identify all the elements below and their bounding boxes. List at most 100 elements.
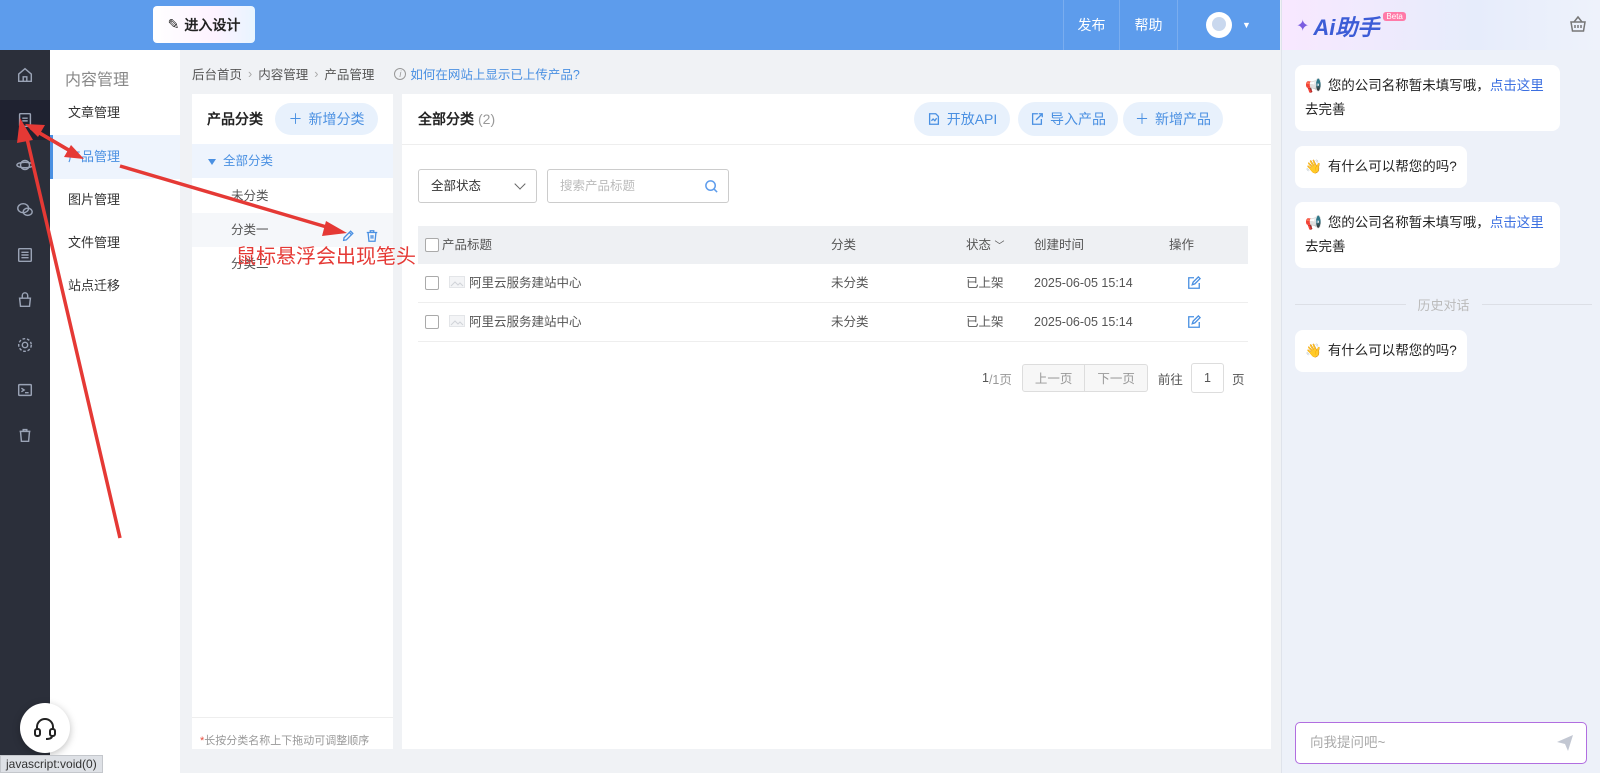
trash-icon[interactable] — [0, 415, 50, 455]
category-item-all[interactable]: 全部分类 — [192, 144, 393, 178]
select-all-checkbox[interactable] — [425, 238, 439, 252]
category-footer-hint: *长按分类名称上下拖动可调整顺序 — [192, 717, 393, 749]
chevron-down-icon: ﹀ — [994, 241, 1005, 252]
open-api-button[interactable]: 开放API — [914, 102, 1010, 136]
pager-total: /1页 — [988, 372, 1012, 387]
next-page-button[interactable]: 下一页 — [1085, 364, 1148, 392]
bag-icon[interactable] — [0, 280, 50, 320]
sparkle-icon: ✦ — [1296, 18, 1310, 35]
history-divider: 历史对话 — [1295, 296, 1593, 313]
message-text: 有什么可以帮您的吗? — [1327, 159, 1457, 174]
prev-page-button[interactable]: 上一页 — [1021, 364, 1086, 392]
breadcrumb-home[interactable]: 后台首页 — [192, 64, 242, 83]
submenu-item-products[interactable]: 产品管理 — [50, 135, 180, 179]
caret-down-icon: ▼ — [1242, 20, 1251, 30]
gear-icon[interactable] — [0, 325, 50, 365]
category-label: 分类一 — [231, 223, 269, 237]
beta-badge: Beta — [1383, 11, 1406, 21]
plus-icon: ＋ — [288, 111, 303, 127]
publish-button[interactable]: 发布 — [1063, 0, 1119, 50]
row-checkbox[interactable] — [425, 276, 439, 290]
ai-assistant-panel: ✦ Ai助手 Beta 📢 您的公司名称暂未填写哦，点击这里 去完善 👋 有什么可以… — [1281, 0, 1600, 773]
main-title-label: 全部分类 — [418, 111, 474, 127]
import-products-button[interactable]: 导入产品 — [1018, 102, 1118, 136]
submenu-item-images[interactable]: 图片管理 — [50, 178, 180, 222]
status-filter-select[interactable]: 全部状态 — [418, 169, 537, 203]
product-created: 2025-06-05 15:14 — [1034, 276, 1133, 290]
planet-icon[interactable] — [0, 145, 50, 185]
main-title: 全部分类 (2) — [418, 109, 495, 129]
open-api-label: 开放API — [946, 111, 998, 127]
product-search-input[interactable]: 搜索产品标题 — [547, 169, 729, 203]
document-icon — [928, 113, 939, 125]
caret-down-icon — [208, 158, 216, 165]
edit-icon: ✎ — [167, 16, 180, 32]
product-status: 已上架 — [966, 276, 1004, 290]
product-created: 2025-06-05 15:14 — [1034, 315, 1133, 329]
help-button[interactable]: 帮助 — [1119, 0, 1177, 50]
category-item-uncategorized[interactable]: 未分类 — [192, 179, 393, 213]
terminal-icon[interactable] — [0, 370, 50, 410]
avatar — [1206, 12, 1233, 38]
complete-info-link[interactable]: 点击这里 — [1490, 215, 1544, 230]
content-submenu: 内容管理 文章管理 产品管理 图片管理 文件管理 站点迁移 — [50, 50, 180, 773]
browser-status-bar: javascript:void(0) — [0, 755, 103, 773]
page-unit-label: 页 — [1231, 372, 1245, 387]
wave-icon: 👋 — [1305, 343, 1322, 358]
product-list-panel: 全部分类 (2) 开放API 导入产品 ＋ 新增产品 全部状态 搜索产品标题 产品… — [402, 94, 1271, 749]
ai-message: 📢 您的公司名称暂未填写哦，点击这里 去完善 — [1295, 202, 1560, 268]
enter-design-button[interactable]: ✎ 进入设计 — [153, 6, 255, 43]
user-menu[interactable]: ▼ — [1177, 0, 1279, 50]
ai-title: Ai助手 — [1313, 15, 1380, 40]
list-icon[interactable] — [0, 235, 50, 275]
product-title[interactable]: 阿里云服务建站中心 — [469, 264, 582, 302]
content-icon[interactable] — [0, 100, 50, 140]
add-product-label: 新增产品 — [1155, 111, 1211, 127]
search-icon — [705, 180, 718, 193]
edit-icon[interactable] — [1187, 314, 1202, 329]
publish-label: 发布 — [1077, 17, 1106, 33]
message-text: 去完善 — [1305, 239, 1346, 254]
basket-icon[interactable] — [1569, 15, 1587, 33]
breadcrumb: 后台首页 › 内容管理 › 产品管理 i 如何在网站上显示已上传产品? — [192, 64, 580, 83]
wechat-icon[interactable] — [0, 190, 50, 230]
add-product-button[interactable]: ＋ 新增产品 — [1123, 102, 1223, 136]
help-label: 帮助 — [1134, 17, 1163, 33]
column-created: 创建时间 — [1034, 238, 1085, 252]
column-title: 产品标题 — [442, 238, 493, 252]
message-text: 您的公司名称暂未填写哦， — [1327, 78, 1490, 93]
complete-info-link[interactable]: 点击这里 — [1490, 78, 1544, 93]
page-number-input[interactable]: 1 — [1190, 363, 1224, 393]
ai-question-input[interactable]: 向我提问吧~ — [1295, 722, 1587, 764]
submenu-item-files[interactable]: 文件管理 — [50, 221, 180, 265]
edit-icon[interactable] — [1187, 275, 1202, 290]
column-category: 分类 — [831, 238, 857, 252]
table-row: 阿里云服务建站中心 未分类 已上架 2025-06-05 15:14 — [418, 264, 1248, 303]
add-category-button[interactable]: ＋ 新增分类 — [275, 103, 378, 135]
wave-icon: 👋 — [1305, 159, 1322, 174]
megaphone-icon: 📢 — [1305, 215, 1322, 230]
ai-logo: ✦ Ai助手 Beta — [1296, 10, 1406, 42]
enter-design-label: 进入设计 — [184, 16, 241, 33]
message-text: 您的公司名称暂未填写哦， — [1327, 215, 1490, 230]
row-checkbox[interactable] — [425, 315, 439, 329]
ai-message: 👋 有什么可以帮您的吗? — [1295, 330, 1467, 372]
help-link[interactable]: i 如何在网站上显示已上传产品? — [394, 64, 580, 83]
import-icon — [1031, 113, 1043, 125]
column-status[interactable]: 状态 ﹀ — [966, 226, 1005, 266]
megaphone-icon: 📢 — [1305, 78, 1322, 93]
top-bar: ✎ 进入设计 发布 帮助 ▼ — [0, 0, 1280, 50]
ai-message: 👋 有什么可以帮您的吗? — [1295, 146, 1467, 188]
customer-service-button[interactable] — [20, 703, 70, 753]
pagination: 1/1页 上一页 下一页 前往 1 页 — [982, 363, 1244, 393]
submenu-item-articles[interactable]: 文章管理 — [50, 91, 180, 135]
breadcrumb-content[interactable]: 内容管理 — [258, 64, 308, 83]
message-text: 去完善 — [1305, 102, 1346, 117]
add-category-label: 新增分类 — [308, 111, 365, 127]
table-row: 阿里云服务建站中心 未分类 已上架 2025-06-05 15:14 — [418, 303, 1248, 342]
category-panel: 产品分类 ＋ 新增分类 全部分类 未分类 分类一 分类二 *长按分类名称上下拖动… — [192, 94, 393, 749]
product-status: 已上架 — [966, 315, 1004, 329]
home-icon[interactable] — [0, 55, 50, 95]
submenu-item-migration[interactable]: 站点迁移 — [50, 264, 180, 308]
product-title[interactable]: 阿里云服务建站中心 — [469, 303, 582, 341]
